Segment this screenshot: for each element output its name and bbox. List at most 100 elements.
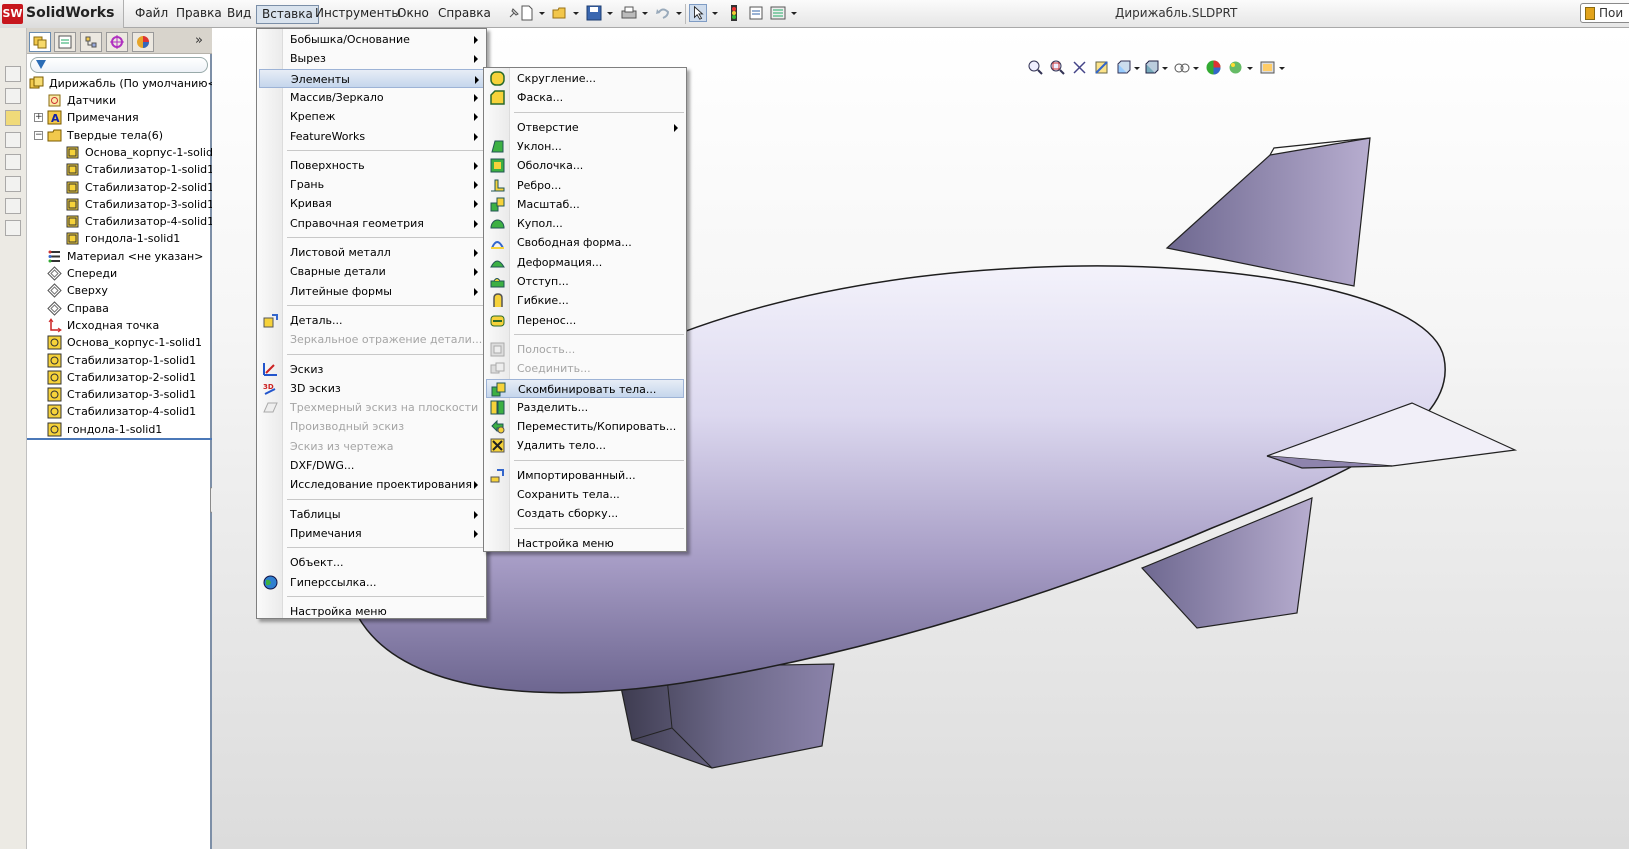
apply-scene-dropdown[interactable] (1247, 67, 1253, 70)
new-dropdown-arrow[interactable] (539, 12, 545, 15)
features-submenu-item-4[interactable]: Оболочка... (486, 156, 684, 175)
features-submenu-item-7[interactable]: Купол... (486, 214, 684, 233)
smart-dimension-icon[interactable] (5, 88, 21, 104)
tree-item[interactable]: Исходная точка (27, 317, 212, 334)
insert-menu-item-20[interactable]: DXF/DWG... (259, 456, 484, 475)
arc-tool-icon[interactable] (5, 198, 21, 214)
hide-show-items-icon[interactable] (1173, 59, 1190, 76)
menu-help[interactable]: Справка (433, 5, 496, 24)
view-orientation-dropdown[interactable] (1134, 67, 1140, 70)
features-submenu-item-6[interactable]: Масштаб... (486, 195, 684, 214)
features-submenu-item-3[interactable]: Уклон... (486, 137, 684, 156)
view-settings-icon[interactable] (1259, 59, 1276, 76)
insert-menu-item-25[interactable]: Гиперссылка... (259, 573, 484, 592)
menu-file[interactable]: Файл (130, 5, 173, 24)
features-submenu-item-20[interactable]: Сохранить тела... (486, 485, 684, 504)
tab-configuration-manager[interactable] (80, 32, 102, 52)
features-submenu-item-9[interactable]: Деформация... (486, 253, 684, 272)
expand-annotations-toggle[interactable]: + (34, 113, 43, 123)
insert-menu-item-21[interactable]: Исследование проектирования (259, 475, 484, 494)
features-submenu-item-12[interactable]: Перенос... (486, 311, 684, 330)
rollback-bar[interactable] (27, 438, 212, 440)
insert-menu-item-7[interactable]: Грань (259, 175, 484, 194)
options-dropdown-arrow[interactable] (791, 12, 797, 15)
app-logo[interactable]: SW SolidWorks (0, 0, 124, 28)
insert-menu-item-10[interactable]: Листовой металл (259, 243, 484, 262)
previous-view-icon[interactable] (1071, 59, 1088, 76)
insert-menu-item-13[interactable]: Деталь... (259, 311, 484, 330)
insert-menu-item-15[interactable]: Эскиз (259, 360, 484, 379)
insert-menu-item-11[interactable]: Сварные детали (259, 262, 484, 281)
tree-item[interactable]: Стабилизатор-2-solid1 (27, 179, 214, 196)
options-icon[interactable] (769, 4, 787, 22)
search-input[interactable]: Пои (1580, 3, 1629, 23)
tree-item[interactable]: Стабилизатор-2-solid1 (27, 369, 212, 386)
tree-item[interactable]: Справа (27, 300, 212, 317)
feature-tree-filter[interactable] (30, 57, 208, 73)
undo-icon[interactable] (654, 4, 672, 22)
insert-menu-item-16[interactable]: 3D 3D эскиз (259, 379, 484, 398)
tree-item[interactable]: + A Примечания (27, 109, 212, 126)
tree-item[interactable]: Стабилизатор-3-solid1 (27, 196, 214, 213)
features-submenu-item-8[interactable]: Свободная форма... (486, 233, 684, 252)
tree-item[interactable]: Сверху (27, 282, 212, 299)
select-arrow-icon[interactable] (689, 4, 707, 22)
features-submenu-item-1[interactable]: Фаска... (486, 88, 684, 107)
open-dropdown-arrow[interactable] (573, 12, 579, 15)
features-submenu-item-19[interactable]: Импортированный... (486, 466, 684, 485)
save-dropdown-arrow[interactable] (607, 12, 613, 15)
rebuild-traffic-light-icon[interactable] (725, 4, 743, 22)
apply-scene-icon[interactable] (1227, 59, 1244, 76)
insert-menu-item-1[interactable]: Вырез (259, 49, 484, 68)
print-dropdown-arrow[interactable] (642, 12, 648, 15)
insert-menu-item-3[interactable]: Массив/Зеркало (259, 88, 484, 107)
hide-show-dropdown[interactable] (1193, 67, 1199, 70)
section-view-icon[interactable] (1093, 59, 1110, 76)
insert-menu-item-26[interactable]: Настройка меню (259, 602, 484, 621)
tree-item[interactable]: гондола-1-solid1 (27, 230, 212, 247)
tree-item[interactable]: Основа_корпус-1-solid1 (27, 334, 212, 351)
zoom-to-area-icon[interactable] (1049, 59, 1066, 76)
file-properties-icon[interactable] (747, 4, 765, 22)
more-tabs-chevron-icon[interactable]: » (195, 33, 203, 48)
open-icon[interactable] (551, 4, 569, 22)
new-document-icon[interactable] (518, 4, 536, 22)
view-orientation-icon[interactable] (1115, 59, 1132, 76)
menu-window[interactable]: Окно (392, 5, 434, 24)
tab-display-manager[interactable] (132, 32, 154, 52)
save-icon[interactable] (585, 4, 603, 22)
features-submenu-item-15[interactable]: Скомбинировать тела... (486, 378, 684, 398)
tab-feature-manager[interactable] (29, 32, 51, 52)
features-submenu-item-11[interactable]: Гибкие... (486, 291, 684, 310)
features-submenu-item-18[interactable]: Удалить тело... (486, 436, 684, 455)
tree-root-part[interactable]: Дирижабль (По умолчанию<<По (27, 75, 241, 92)
menu-edit[interactable]: Правка (171, 5, 227, 24)
select-dropdown-arrow[interactable] (712, 12, 718, 15)
tab-dimxpert-manager[interactable] (106, 32, 128, 52)
tree-item[interactable]: Основа_корпус-1-solid1 (27, 144, 220, 161)
insert-menu-item-24[interactable]: Объект... (259, 553, 484, 572)
features-submenu-item-22[interactable]: Настройка меню (486, 534, 684, 553)
tree-item[interactable]: Стабилизатор-3-solid1 (27, 386, 212, 403)
tree-item[interactable]: Материал <не указан> (27, 248, 212, 265)
tab-property-manager[interactable] (54, 32, 76, 52)
insert-menu-item-22[interactable]: Таблицы (259, 505, 484, 524)
features-submenu-item-16[interactable]: Разделить... (486, 398, 684, 417)
features-submenu-item-5[interactable]: Ребро... (486, 176, 684, 195)
tree-item[interactable]: − Твердые тела(6) (27, 127, 212, 144)
tree-item[interactable]: Стабилизатор-4-solid1 (27, 213, 214, 230)
insert-menu-item-4[interactable]: Крепеж (259, 107, 484, 126)
menu-view[interactable]: Вид (222, 5, 256, 24)
insert-menu-item-23[interactable]: Примечания (259, 524, 484, 543)
insert-menu-item-8[interactable]: Кривая (259, 194, 484, 213)
features-submenu-item-2[interactable]: Отверстие (486, 118, 684, 137)
spline-tool-icon[interactable] (5, 220, 21, 236)
features-submenu-item-10[interactable]: Отступ... (486, 272, 684, 291)
insert-menu-item-6[interactable]: Поверхность (259, 156, 484, 175)
insert-menu-item-0[interactable]: Бобышка/Основание (259, 30, 484, 49)
line-tool-icon[interactable] (5, 132, 21, 148)
tree-item[interactable]: Датчики (27, 92, 212, 109)
circle-tool-icon[interactable] (5, 176, 21, 192)
zoom-to-fit-icon[interactable] (1027, 59, 1044, 76)
tree-item[interactable]: Спереди (27, 265, 212, 282)
